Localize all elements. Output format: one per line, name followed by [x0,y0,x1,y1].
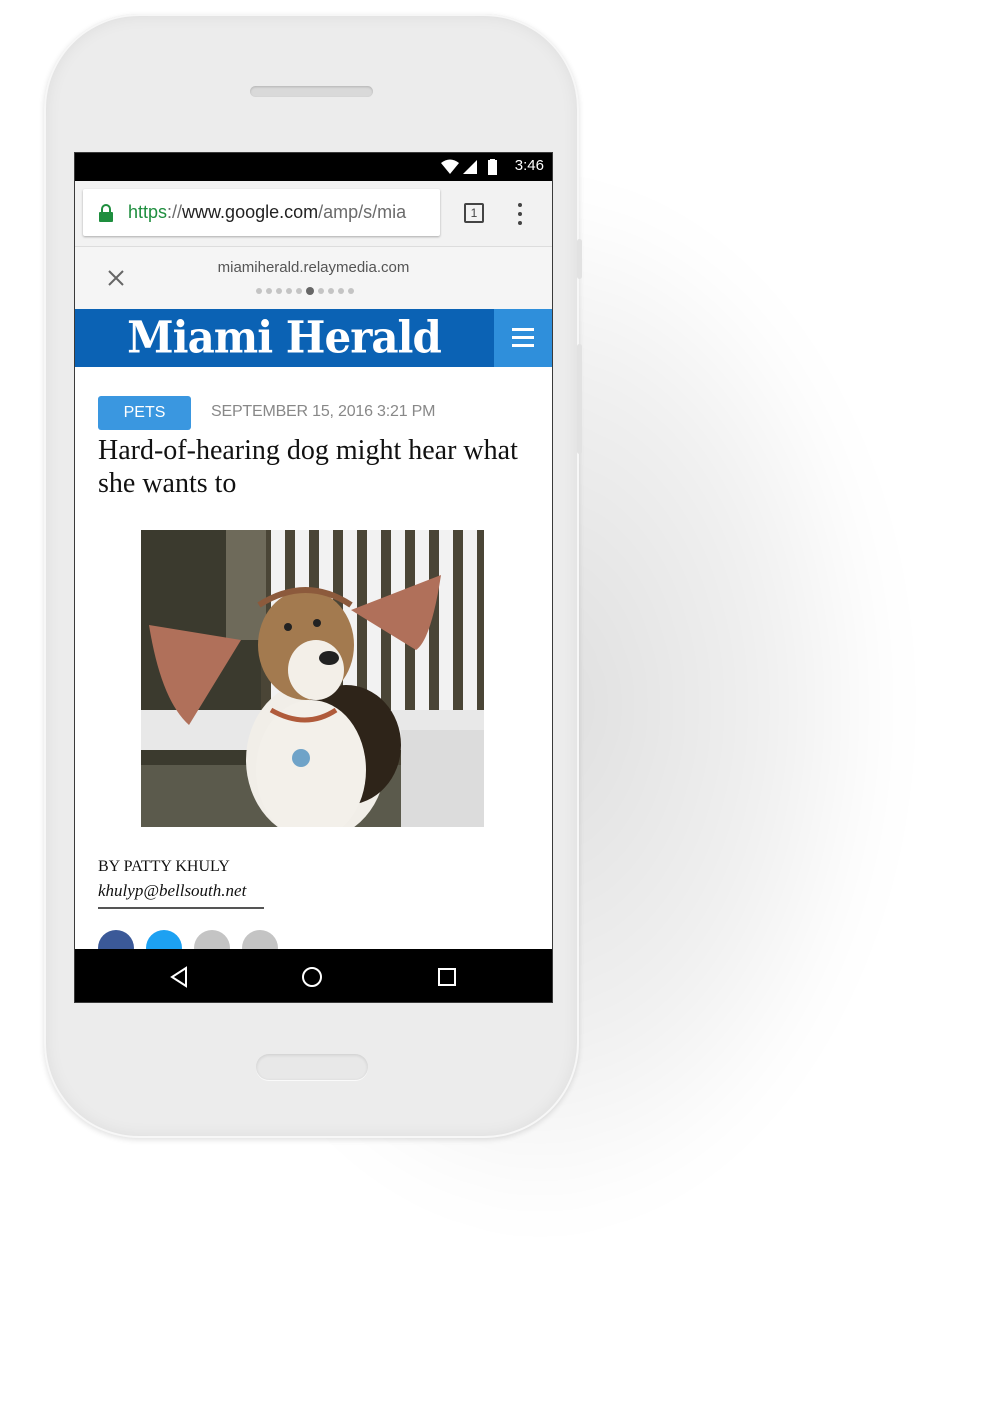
url-path: /amp/s/mia [318,202,407,222]
hamburger-menu-icon[interactable] [494,309,552,367]
power-button [577,239,582,279]
volume-button [577,344,582,454]
carousel-dot [276,288,282,294]
category-badge[interactable]: PETS [98,396,191,430]
miami-herald-logo[interactable]: Miami Herald [75,312,493,363]
carousel-dot [328,288,334,294]
home-icon[interactable] [301,966,323,988]
wifi-icon [441,159,459,174]
amp-domain: miamiherald.relaymedia.com [217,259,410,276]
status-time: 3:46 [514,157,544,174]
address-bar[interactable]: https://www.google.com/amp/s/mia [83,189,440,236]
site-header: Miami Herald [75,309,552,367]
tab-switcher-button[interactable]: 1 [464,203,484,223]
url-text: https://www.google.com/amp/s/mia [128,202,406,223]
browser-toolbar: https://www.google.com/amp/s/mia 1 [75,181,552,247]
signal-icon [463,160,477,174]
article-date: SEPTEMBER 15, 2016 3:21 PM [211,403,436,420]
carousel-dot [266,288,272,294]
overflow-menu-icon[interactable] [515,201,525,227]
carousel-dot [348,288,354,294]
carousel-dot [296,288,302,294]
android-nav-bar [75,949,552,1002]
amp-viewer-header: miamiherald.relaymedia.com [75,247,552,309]
dog-photo [141,530,484,827]
article-headline: Hard-of-hearing dog might hear what she … [98,435,518,499]
earpiece-speaker [250,86,373,97]
carousel-dots [256,287,354,295]
status-bar: 3:46 [75,153,552,181]
url-scheme: https [128,202,168,222]
carousel-dot [256,288,262,294]
lock-icon [99,204,113,222]
carousel-dot [286,288,292,294]
url-host: www.google.com [182,202,319,222]
status-icons [441,159,497,175]
phone-frame: 3:46 https://www.google.com/amp/s/mia 1 … [44,14,582,1138]
carousel-dot [306,287,314,295]
recents-icon[interactable] [437,967,457,987]
carousel-dot [338,288,344,294]
byline: BY PATTY KHULY [98,858,230,875]
phone-screen: 3:46 https://www.google.com/amp/s/mia 1 … [74,152,553,1003]
hardware-home-button[interactable] [256,1054,368,1080]
carousel-dot [318,288,324,294]
battery-icon [488,160,497,175]
url-separator: :// [167,202,183,222]
back-icon[interactable] [169,966,189,988]
author-email-link[interactable]: khulyp@bellsouth.net [98,881,264,909]
